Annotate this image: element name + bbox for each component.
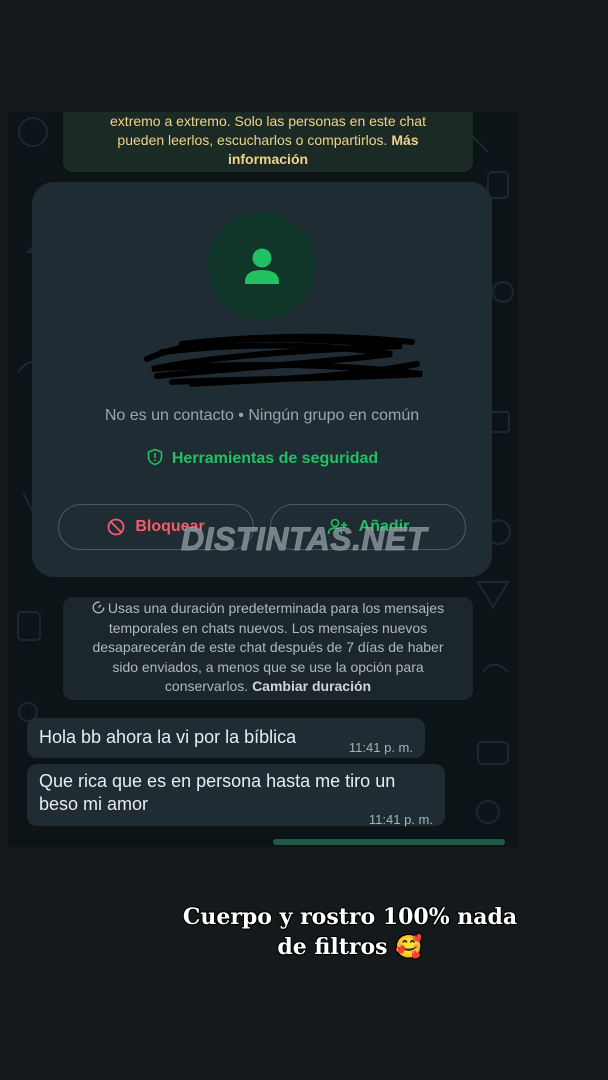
more-info-link[interactable]: Más: [391, 132, 418, 148]
message-time: 11:41 p. m.: [368, 812, 433, 827]
avatar[interactable]: [208, 212, 316, 320]
person-icon: [245, 248, 279, 284]
encryption-notice: extremo a extremo. Solo las personas en …: [63, 112, 473, 172]
chat-screen: extremo a extremo. Solo las personas en …: [8, 112, 518, 847]
watermark: DISTINTAS.NET: [181, 521, 427, 558]
security-tools-link[interactable]: Herramientas de seguridad: [32, 448, 492, 468]
disappearing-line1: Usas una duración predeterminada para lo…: [107, 600, 445, 616]
disappearing-line5: conservarlos.: [164, 678, 249, 694]
message-input-edge: [273, 839, 505, 845]
message-text: Hola bb ahora la vi por la bíblica: [39, 727, 297, 747]
caption-line2: de filtros 🥰: [277, 934, 423, 960]
message-time: 11:41 p. m.: [348, 740, 413, 755]
disappearing-messages-notice: Usas una duración predeterminada para lo…: [63, 597, 473, 700]
shield-icon: [147, 448, 163, 466]
story-caption: Cuerpo y rostro 100% nada de filtros 🥰: [140, 902, 560, 962]
disappearing-line3: desaparecerán de este chat después de 7 …: [92, 639, 444, 655]
timer-icon: [92, 601, 105, 614]
contact-card: No es un contacto • Ningún grupo en comú…: [32, 182, 492, 577]
caption-line1: Cuerpo y rostro 100% nada: [182, 904, 518, 930]
encryption-notice-line2: pueden leerlos, escucharlos o compartirl…: [117, 132, 388, 148]
change-duration-link[interactable]: Cambiar duración: [252, 678, 371, 694]
disappearing-line2: temporales en chats nuevos. Los mensajes…: [108, 619, 428, 636]
security-tools-label: Herramientas de seguridad: [171, 450, 379, 467]
redacted-name-scribble: [144, 333, 423, 387]
contact-status: No es un contacto • Ningún grupo en comú…: [104, 407, 420, 424]
message-bubble[interactable]: Que rica que es en persona hasta me tiro…: [27, 764, 445, 827]
message-text-line1: Que rica que es en persona hasta me tiro…: [39, 771, 396, 791]
encryption-notice-line1: extremo a extremo. Solo las personas en …: [110, 113, 426, 129]
more-info-link-cont[interactable]: información: [228, 151, 308, 167]
disappearing-line4: sido enviados, a menos que se use la opc…: [112, 658, 424, 675]
message-bubble[interactable]: Hola bb ahora la vi por la bíblica 11:41…: [27, 718, 425, 758]
